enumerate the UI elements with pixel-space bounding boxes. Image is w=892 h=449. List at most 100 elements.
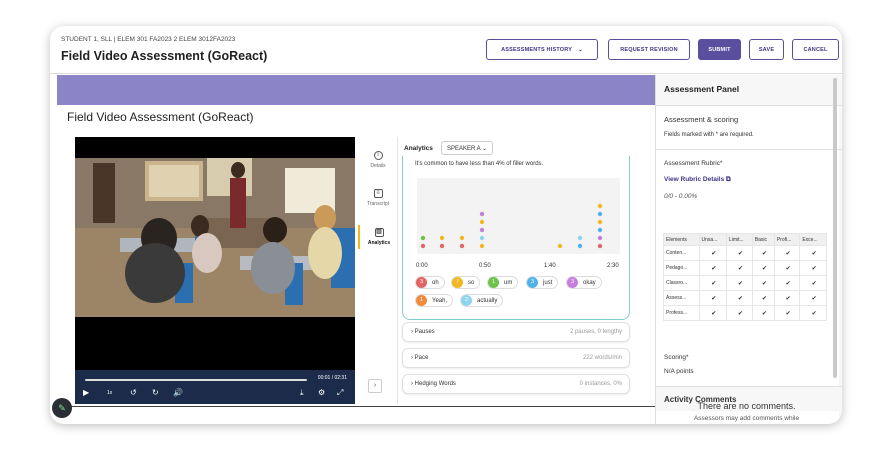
check-icon[interactable]: ✔: [698, 290, 727, 306]
check-icon[interactable]: ✔: [799, 305, 827, 321]
tab-details-label: Details: [370, 163, 386, 169]
tab-transcript[interactable]: ≡ Transcript: [358, 189, 398, 207]
rubric-col: Elements: [663, 233, 700, 246]
filler-word: so: [468, 279, 475, 286]
check-icon[interactable]: ✔: [799, 290, 827, 306]
check-icon[interactable]: ✔: [773, 275, 801, 291]
filler-dot: [479, 211, 485, 217]
check-icon[interactable]: ✔: [698, 275, 727, 291]
check-icon[interactable]: ✔: [751, 260, 775, 276]
download-icon[interactable]: ⤓: [300, 388, 304, 398]
filler-word: Yeah,: [432, 297, 448, 304]
section-title: Field Video Assessment (GoReact): [67, 110, 254, 124]
check-icon[interactable]: ✔: [725, 275, 753, 291]
filler-dot: [577, 243, 583, 249]
assessment-panel: Assessment Panel Assessment & scoring Fi…: [655, 75, 842, 424]
rewind-icon[interactable]: ↺: [130, 388, 137, 397]
rubric-col: Profi...: [773, 233, 801, 246]
request-revision-button[interactable]: REQUEST REVISION: [608, 39, 690, 60]
speed-control[interactable]: 1x: [107, 390, 112, 396]
check-icon[interactable]: ✔: [725, 305, 753, 321]
check-icon[interactable]: ✔: [751, 275, 775, 291]
transcript-icon: ≡: [373, 189, 383, 198]
analytics-icon: ▥: [374, 228, 384, 237]
speaker-select[interactable]: SPEAKER A ⌄: [441, 141, 494, 155]
check-icon[interactable]: ✔: [698, 260, 727, 276]
assessments-history-button[interactable]: ASSESSMENTS HISTORY ⌄: [486, 39, 598, 60]
view-rubric-link[interactable]: View Rubric Details ⧉: [664, 176, 731, 184]
filler-count: 3: [567, 277, 578, 288]
tab-details[interactable]: i Details: [358, 151, 398, 169]
filler-chip-um[interactable]: 1 um: [487, 276, 519, 289]
fullscreen-icon[interactable]: ⤢: [337, 388, 343, 398]
save-button[interactable]: SAVE: [749, 39, 784, 60]
check-icon[interactable]: ✔: [751, 305, 775, 321]
rubric-row: Classro... ✔ ✔ ✔ ✔ ✔: [663, 275, 827, 291]
scoring-label: Scoring*: [664, 354, 689, 361]
tab-analytics[interactable]: ▥ Analytics: [358, 225, 398, 249]
seek-bar[interactable]: [85, 379, 307, 381]
filler-count: 1: [416, 295, 427, 306]
scoring-section: Assessment & scoring Fields marked with …: [656, 106, 839, 149]
filler-dot: [597, 227, 603, 233]
edit-pencil-button[interactable]: ✎: [52, 398, 72, 418]
panel-scrollbar[interactable]: [833, 78, 837, 378]
filler-dot: [597, 219, 603, 225]
filler-dot: [577, 235, 583, 241]
hedging-accordion[interactable]: › Hedging Words 0 instances, 0%: [402, 374, 630, 394]
check-icon[interactable]: ✔: [799, 245, 827, 261]
check-icon[interactable]: ✔: [773, 290, 801, 306]
pencil-icon: ✎: [58, 403, 66, 413]
check-icon[interactable]: ✔: [773, 305, 801, 321]
check-icon[interactable]: ✔: [725, 260, 753, 276]
settings-icon[interactable]: ⚙: [318, 388, 325, 397]
check-icon[interactable]: ✔: [698, 245, 727, 261]
rubric-col: Unsa...: [698, 233, 727, 246]
filler-dot: [557, 243, 563, 249]
filler-chip-oh[interactable]: 3 oh: [415, 276, 445, 289]
pauses-value: 2 pauses, 0 lengthy: [569, 329, 622, 335]
time-display: 00:01 / 02:31: [317, 375, 347, 381]
pace-accordion[interactable]: › Pace 222 words/min: [402, 348, 630, 368]
rubric-col: Basic: [751, 233, 775, 246]
check-icon[interactable]: ✔: [799, 260, 827, 276]
filler-chip-so[interactable]: 7 so: [451, 276, 481, 289]
panel-title: Assessment Panel: [664, 84, 740, 94]
cancel-button[interactable]: CANCEL: [792, 39, 839, 60]
filler-chip-actually[interactable]: 2 actually: [460, 294, 504, 307]
filler-chip-yeah[interactable]: 1 Yeah,: [415, 294, 454, 307]
timeline-label-3: 2:30: [607, 263, 619, 269]
filler-count: 3: [416, 277, 427, 288]
filler-chip-just[interactable]: 3 just: [526, 276, 559, 289]
submit-button[interactable]: SUBMIT: [698, 39, 741, 60]
filler-dot: [479, 235, 485, 241]
volume-icon[interactable]: 🔊: [173, 388, 183, 397]
filler-chip-okay[interactable]: 3 okay: [566, 276, 602, 289]
check-icon[interactable]: ✔: [799, 275, 827, 291]
app-window: STUDENT 1, SLL | ELEM 301 FA2023 2 ELEM …: [50, 26, 842, 424]
filler-dot: [597, 235, 603, 241]
chevron-down-icon: ⌄: [482, 146, 488, 152]
filler-words-card: It's common to have less than 4% of fill…: [402, 156, 630, 320]
filler-count: 7: [452, 277, 463, 288]
check-icon[interactable]: ✔: [751, 245, 775, 261]
forward-icon[interactable]: ↻: [152, 388, 159, 397]
play-icon[interactable]: ▶: [83, 388, 89, 397]
rubric-col: Exce...: [799, 233, 827, 246]
expand-panel-button[interactable]: ›: [368, 379, 382, 393]
check-icon[interactable]: ✔: [773, 260, 801, 276]
check-icon[interactable]: ✔: [725, 245, 753, 261]
timeline-label-0: 0:00: [416, 263, 428, 269]
check-icon[interactable]: ✔: [751, 290, 775, 306]
video-player[interactable]: 00:01 / 02:31 ▶ 1x ↺ ↻ 🔊 ⤓ ⚙ ⤢: [75, 137, 355, 404]
hedging-label: Hedging Words: [414, 381, 456, 387]
hedging-value: 0 instances, 0%: [579, 381, 622, 387]
check-icon[interactable]: ✔: [698, 305, 727, 321]
filler-word: okay: [583, 279, 596, 286]
check-icon[interactable]: ✔: [725, 290, 753, 306]
info-icon: i: [373, 151, 383, 160]
filler-dot: [479, 243, 485, 249]
required-note: Fields marked with * are required.: [664, 132, 754, 138]
pauses-accordion[interactable]: › Pauses 2 pauses, 0 lengthy: [402, 322, 630, 342]
check-icon[interactable]: ✔: [773, 245, 801, 261]
